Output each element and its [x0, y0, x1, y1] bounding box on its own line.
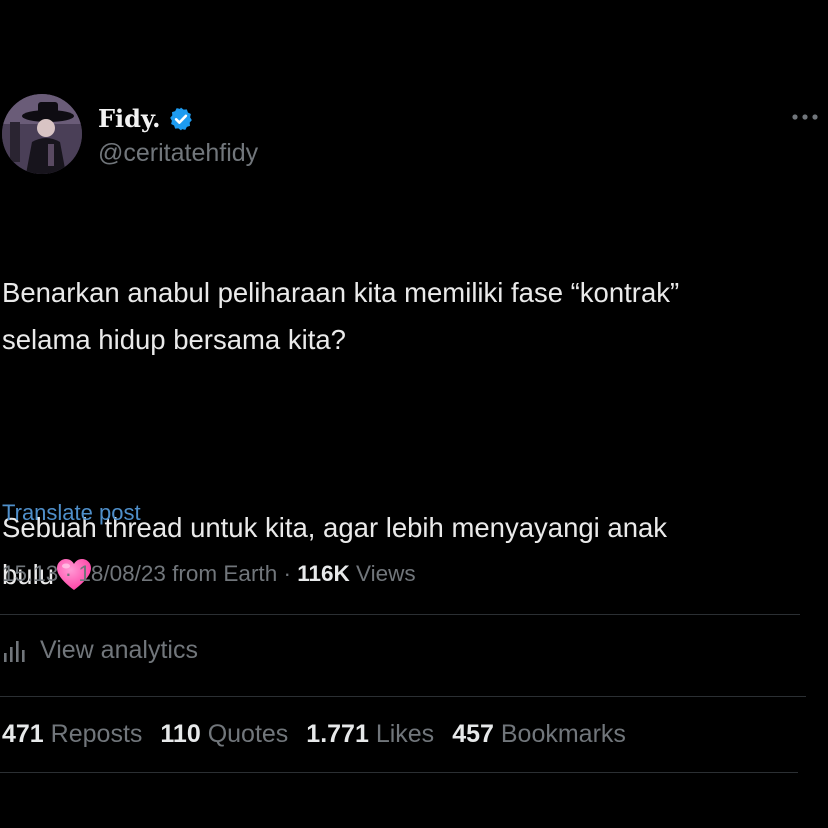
divider: [0, 696, 806, 697]
engagement-stats: 471 Reposts 110 Quotes 1.771 Likes 457 B…: [2, 720, 626, 749]
post-date[interactable]: 18/08/23: [78, 561, 166, 586]
verified-badge-icon: [170, 107, 193, 130]
reposts-stat[interactable]: 471 Reposts: [2, 720, 142, 749]
bookmarks-stat[interactable]: 457 Bookmarks: [452, 720, 626, 749]
divider: [0, 772, 798, 773]
quotes-stat[interactable]: 110 Quotes: [160, 720, 288, 749]
reposts-count: 471: [2, 720, 44, 748]
bookmarks-label: Bookmarks: [500, 720, 626, 748]
handle[interactable]: @ceritatehfidy: [98, 139, 258, 168]
avatar-image: [2, 94, 82, 174]
post-paragraph-1: Benarkan anabul peliharaan kita memiliki…: [2, 277, 680, 355]
display-name[interactable]: Fidy.: [98, 104, 160, 133]
post-location: from Earth: [172, 561, 278, 586]
reposts-label: Reposts: [50, 720, 143, 748]
post-time[interactable]: 15.13: [2, 561, 58, 586]
author-name-row: Fidy.: [98, 104, 194, 133]
views-count: 116K: [297, 561, 350, 586]
avatar[interactable]: [2, 94, 82, 174]
likes-stat[interactable]: 1.771 Likes: [306, 720, 434, 749]
likes-label: Likes: [375, 720, 435, 748]
post-meta: 15.13 · 18/08/23 from Earth · 116K Views: [2, 561, 416, 586]
analytics-bar-chart-icon: [4, 640, 25, 662]
more-options-icon[interactable]: [790, 112, 820, 122]
translate-post-link[interactable]: Translate post: [2, 500, 141, 526]
view-analytics-button[interactable]: View analytics: [2, 636, 198, 665]
likes-count: 1.771: [306, 720, 369, 748]
quotes-count: 110: [160, 720, 201, 748]
quotes-label: Quotes: [207, 720, 289, 748]
view-analytics-label: View analytics: [40, 636, 198, 664]
views-label: Views: [356, 561, 416, 586]
divider: [0, 614, 800, 615]
bookmarks-count: 457: [452, 720, 494, 748]
